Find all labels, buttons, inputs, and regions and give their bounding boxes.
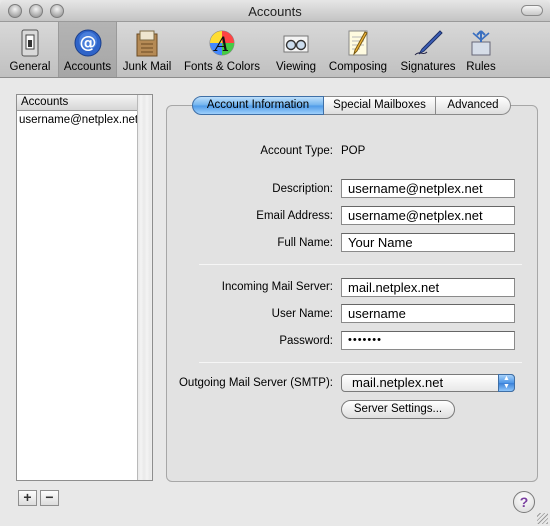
tab-account-information[interactable]: Account Information (192, 96, 324, 115)
fonts-colors-icon: A (209, 30, 235, 56)
accounts-list: Accounts username@netplex.net (16, 94, 153, 481)
server-settings-button[interactable]: Server Settings... (341, 400, 455, 419)
svg-text:A: A (213, 32, 229, 56)
description-label: Description: (272, 183, 333, 195)
toolbar-accounts[interactable]: @ Accounts (58, 22, 117, 77)
description-field[interactable]: username@netplex.net (341, 179, 515, 198)
incoming-server-field[interactable]: mail.netplex.net (341, 278, 515, 297)
toolbar-signatures[interactable]: Signatures (395, 22, 461, 77)
title-bar: Accounts (0, 0, 550, 22)
toolbar-viewing[interactable]: Viewing (268, 22, 324, 77)
smtp-server-popup[interactable]: mail.netplex.net ▲ ▼ (341, 374, 515, 392)
password-label: Password: (279, 335, 333, 347)
rules-arrows-icon (471, 30, 491, 56)
email-address-label: Email Address: (256, 210, 333, 222)
account-type-value: POP (341, 145, 366, 157)
incoming-server-label: Incoming Mail Server: (221, 281, 333, 293)
toolbar-fonts-colors[interactable]: A Fonts & Colors (179, 22, 265, 77)
full-name-field[interactable]: Your Name (341, 233, 515, 252)
toolbar-general[interactable]: General (3, 22, 57, 77)
smtp-server-label: Outgoing Mail Server (SMTP): (178, 377, 333, 389)
accounts-column-header[interactable]: Accounts (17, 95, 138, 111)
tab-special-mailboxes[interactable]: Special Mailboxes (324, 96, 436, 115)
separator (199, 362, 522, 363)
resize-grip[interactable] (537, 513, 548, 524)
account-list-item[interactable]: username@netplex.net (19, 113, 138, 128)
at-sign-icon: @ (74, 29, 101, 57)
email-address-field[interactable]: username@netplex.net (341, 206, 515, 225)
remove-account-button[interactable]: − (40, 490, 59, 506)
user-name-label: User Name: (271, 308, 333, 320)
account-type-label: Account Type: (260, 145, 333, 157)
glasses-icon (283, 35, 309, 53)
tab-bar: Account Information Special Mailboxes Ad… (192, 96, 511, 116)
general-switch-icon (21, 29, 39, 57)
add-account-button[interactable]: + (18, 490, 37, 506)
notepad-pencil-icon (348, 30, 368, 56)
tab-advanced[interactable]: Advanced (436, 96, 511, 115)
pen-icon (414, 30, 443, 56)
toolbar-toggle-button[interactable] (521, 5, 543, 16)
accounts-scrollbar[interactable] (137, 95, 152, 480)
separator (199, 264, 522, 265)
full-name-label: Full Name: (277, 237, 333, 249)
password-field[interactable]: ••••••• (341, 331, 515, 350)
smtp-server-value: mail.netplex.net (352, 375, 444, 390)
toolbar-composing[interactable]: Composing (325, 22, 391, 77)
help-button[interactable]: ? (513, 491, 535, 513)
user-name-field[interactable]: username (341, 304, 515, 323)
preferences-toolbar: General @ Accounts Junk Mail A Fonts & C… (0, 22, 550, 78)
svg-text:@: @ (79, 33, 96, 53)
toolbar-rules[interactable]: Rules (462, 22, 500, 77)
chevron-updown-icon: ▲ ▼ (498, 374, 515, 392)
junk-mail-icon (136, 30, 158, 57)
window-title: Accounts (248, 4, 302, 19)
toolbar-junk-mail[interactable]: Junk Mail (118, 22, 176, 77)
